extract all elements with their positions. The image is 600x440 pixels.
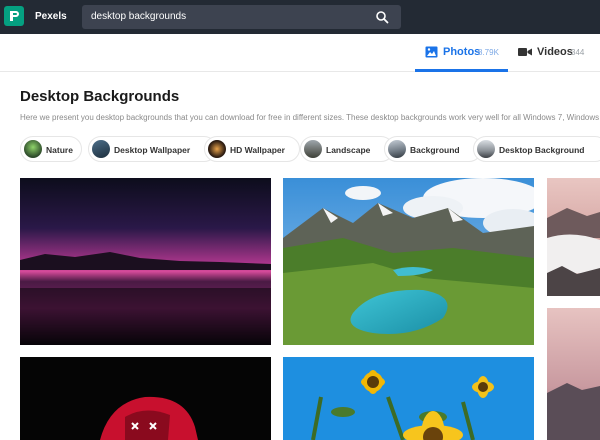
tab-videos[interactable]: Videos 344 bbox=[518, 42, 598, 72]
chip-thumbnail bbox=[304, 140, 322, 158]
photo-foggy-mountains[interactable] bbox=[547, 178, 600, 296]
chip-label: Nature bbox=[46, 145, 73, 155]
chip-label: Landscape bbox=[326, 145, 371, 155]
related-searches: Nature Desktop Wallpaper HD Wallpaper La… bbox=[20, 136, 600, 162]
photo-pink-sky-mountain[interactable] bbox=[547, 308, 600, 440]
chip-label: Background bbox=[410, 145, 460, 155]
media-tabs: Photos 8.79K Videos 344 bbox=[0, 34, 600, 72]
image-icon bbox=[425, 46, 438, 58]
chip-desktop-wallpaper[interactable]: Desktop Wallpaper bbox=[88, 136, 217, 162]
chip-thumbnail bbox=[24, 140, 42, 158]
tab-photos[interactable]: Photos 8.79K bbox=[415, 42, 508, 72]
photo-mountain-lake[interactable] bbox=[283, 178, 534, 345]
chip-label: Desktop Wallpaper bbox=[114, 145, 191, 155]
tab-photos-count: 8.79K bbox=[478, 48, 499, 57]
page-title: Desktop Backgrounds bbox=[20, 88, 180, 105]
photo-image bbox=[20, 178, 271, 345]
pexels-logo[interactable] bbox=[4, 6, 24, 26]
chip-label: Desktop Background bbox=[499, 145, 585, 155]
photo-image bbox=[547, 178, 600, 296]
chip-thumbnail bbox=[208, 140, 226, 158]
video-camera-icon bbox=[518, 48, 532, 56]
chip-landscape[interactable]: Landscape bbox=[300, 136, 394, 162]
chip-nature[interactable]: Nature bbox=[20, 136, 82, 162]
chip-hd-wallpaper[interactable]: HD Wallpaper bbox=[204, 136, 300, 162]
photo-image bbox=[283, 357, 534, 440]
photo-image bbox=[283, 178, 534, 345]
tab-photos-label: Photos bbox=[443, 46, 481, 58]
chip-label: HD Wallpaper bbox=[230, 145, 285, 155]
photo-sunflowers[interactable] bbox=[283, 357, 534, 440]
top-bar: Pexels desktop backgrounds bbox=[0, 0, 600, 34]
search-input[interactable]: desktop backgrounds bbox=[91, 11, 186, 22]
tab-videos-count: 344 bbox=[571, 48, 585, 57]
search-icon[interactable] bbox=[375, 10, 389, 24]
brand-name[interactable]: Pexels bbox=[35, 11, 67, 22]
chip-thumbnail bbox=[477, 140, 495, 158]
chip-thumbnail bbox=[388, 140, 406, 158]
photo-sunset-lake[interactable] bbox=[20, 178, 271, 345]
photo-image bbox=[20, 357, 271, 440]
page-intro: Here we present you desktop backgrounds … bbox=[20, 113, 600, 122]
photo-image bbox=[547, 308, 600, 440]
chip-desktop-background[interactable]: Desktop Background bbox=[473, 136, 600, 162]
tab-videos-label: Videos bbox=[537, 46, 573, 58]
photo-hooded-figure[interactable] bbox=[20, 357, 271, 440]
search-bar[interactable]: desktop backgrounds bbox=[82, 5, 401, 29]
pexels-logo-icon bbox=[10, 11, 19, 21]
chip-thumbnail bbox=[92, 140, 110, 158]
chip-background[interactable]: Background bbox=[384, 136, 482, 162]
